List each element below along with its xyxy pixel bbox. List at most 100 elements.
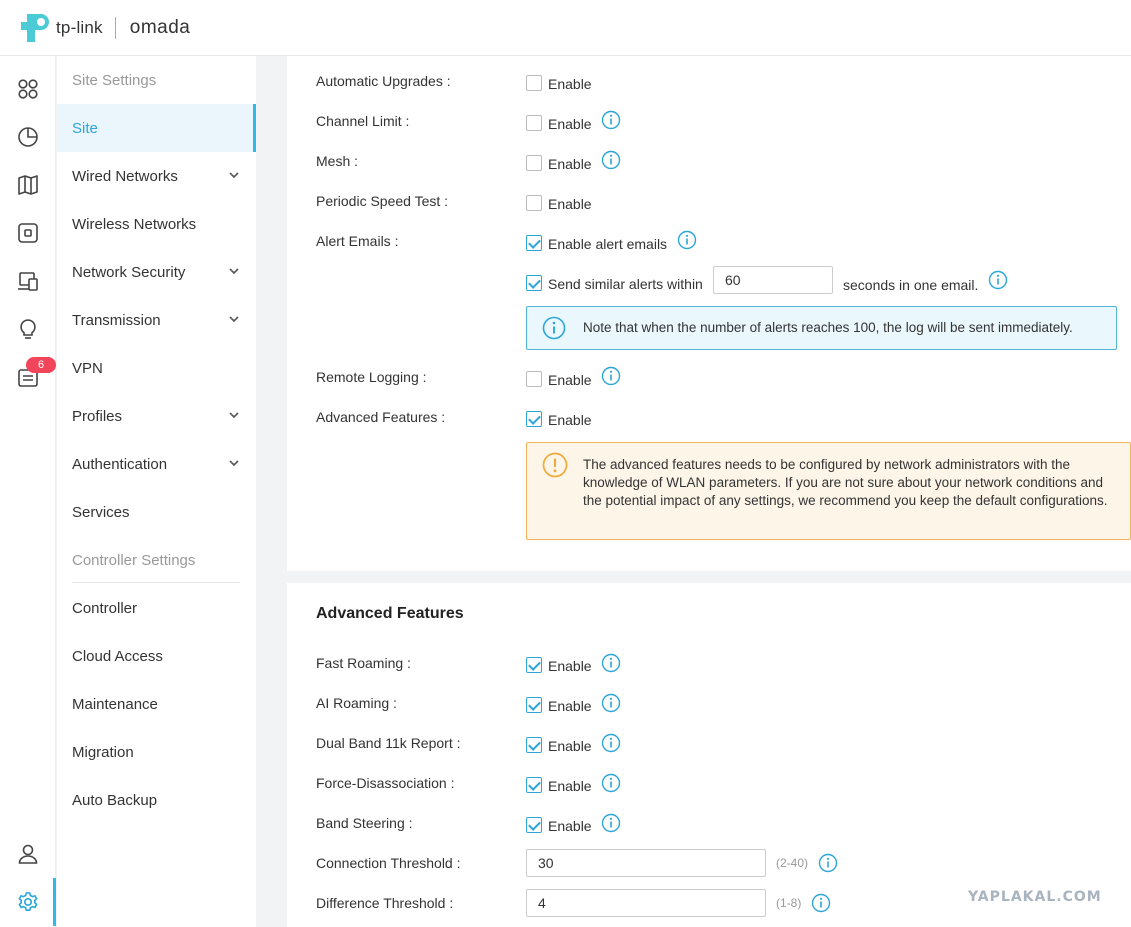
advanced-features-checkbox[interactable]: [526, 411, 542, 427]
remote-logging-checkbox[interactable]: [526, 371, 542, 387]
nav-item-profiles[interactable]: Profiles: [57, 392, 256, 440]
grid-icon: [18, 79, 38, 99]
similar-alerts-option: Send similar alerts within: [548, 276, 703, 292]
info-icon[interactable]: [601, 110, 621, 130]
dual-band-11k-option: Enable: [548, 738, 592, 754]
periodic-speed-test-option: Enable: [548, 196, 592, 212]
nav-item-cloud-access[interactable]: Cloud Access: [57, 632, 256, 680]
icon-rail: 6: [0, 56, 56, 927]
similar-alerts-checkbox[interactable]: [526, 275, 542, 291]
chevron-down-icon: [229, 268, 239, 275]
nav-item-wired-networks[interactable]: Wired Networks: [57, 152, 256, 200]
periodic-speed-test-checkbox[interactable]: [526, 195, 542, 211]
notification-badge: 6: [26, 357, 56, 373]
map-icon: [18, 175, 38, 195]
lightbulb-icon: [20, 319, 36, 339]
nav-item-label: Controller: [72, 599, 138, 617]
difference-threshold-input[interactable]: 4: [526, 889, 766, 917]
force-disassociation-checkbox[interactable]: [526, 777, 542, 793]
nav-section-controller-settings: Controller Settings: [72, 551, 196, 569]
info-icon[interactable]: [818, 853, 838, 873]
alert-emails-checkbox[interactable]: [526, 235, 542, 251]
nav-item-controller[interactable]: Controller: [57, 584, 256, 632]
info-icon[interactable]: [601, 813, 621, 833]
nav-item-transmission[interactable]: Transmission: [57, 296, 256, 344]
band-steering-checkbox[interactable]: [526, 817, 542, 833]
fast-roaming-checkbox[interactable]: [526, 657, 542, 673]
nav-item-authentication[interactable]: Authentication: [57, 440, 256, 488]
nav-item-label: Transmission: [72, 311, 161, 329]
alert-emails-option: Enable alert emails: [548, 236, 668, 252]
advanced-features-warning-text: The advanced features needs to be config…: [583, 457, 1108, 508]
nav-item-site[interactable]: Site: [57, 104, 256, 152]
rail-insights[interactable]: [0, 305, 56, 353]
nav-item-maintenance[interactable]: Maintenance: [57, 680, 256, 728]
nav-item-label: Wired Networks: [72, 167, 178, 185]
nav-item-label: Wireless Networks: [72, 215, 197, 233]
difference-threshold-label: Difference Threshold :: [316, 895, 454, 911]
nav-item-auto-backup[interactable]: Auto Backup: [57, 776, 256, 824]
nav-item-wireless-networks[interactable]: Wireless Networks: [57, 200, 256, 248]
advanced-features-panel: Advanced Features Fast Roaming : Enable …: [287, 583, 1131, 927]
channel-limit-label: Channel Limit :: [316, 113, 410, 129]
connection-threshold-input[interactable]: 30: [526, 849, 766, 877]
mesh-checkbox[interactable]: [526, 155, 542, 171]
nav-item-network-security[interactable]: Network Security: [57, 248, 256, 296]
dual-band-11k-label: Dual Band 11k Report :: [316, 735, 461, 751]
nav-item-vpn[interactable]: VPN: [57, 344, 256, 392]
remote-logging-option: Enable: [548, 372, 592, 388]
channel-limit-checkbox[interactable]: [526, 115, 542, 131]
band-steering-option: Enable: [548, 818, 592, 834]
rail-statistics[interactable]: [0, 113, 56, 161]
gear-icon: [18, 892, 38, 911]
nav-item-label: Site: [72, 119, 98, 137]
brand-logo-text: tp-link: [56, 17, 103, 37]
nav-item-migration[interactable]: Migration: [57, 728, 256, 776]
ai-roaming-checkbox[interactable]: [526, 697, 542, 713]
automatic-upgrades-label: Automatic Upgrades :: [316, 73, 451, 89]
rail-logs[interactable]: 6: [0, 353, 56, 401]
product-logo-text: omada: [129, 16, 191, 38]
rail-settings[interactable]: [0, 878, 56, 926]
band-steering-label: Band Steering :: [316, 815, 413, 831]
info-icon[interactable]: [601, 733, 621, 753]
top-header: tp-link omada: [0, 0, 1131, 56]
nav-item-label: Auto Backup: [72, 791, 158, 809]
info-icon[interactable]: [601, 773, 621, 793]
fast-roaming-label: Fast Roaming :: [316, 655, 411, 671]
info-icon[interactable]: [811, 893, 831, 913]
advanced-features-warning: The advanced features needs to be config…: [526, 442, 1131, 540]
info-icon[interactable]: [601, 366, 621, 386]
alert-limit-note-text: Note that when the number of alerts reac…: [583, 320, 1073, 335]
nav-item-services[interactable]: Services: [57, 488, 256, 536]
nav-divider: [72, 582, 240, 583]
advanced-features-title: Advanced Features: [316, 605, 464, 622]
info-icon[interactable]: [677, 230, 697, 250]
force-disassociation-option: Enable: [548, 778, 592, 794]
info-icon[interactable]: [601, 653, 621, 673]
info-icon: [542, 316, 566, 340]
tp-link-logo-icon: [18, 11, 52, 45]
rail-dashboard[interactable]: [0, 65, 56, 113]
chevron-down-icon: [229, 172, 239, 179]
info-icon[interactable]: [988, 270, 1008, 290]
rail-clients[interactable]: [0, 257, 56, 305]
force-disassociation-label: Force-Disassociation :: [316, 775, 455, 791]
automatic-upgrades-checkbox[interactable]: [526, 75, 542, 91]
chevron-down-icon: [229, 460, 239, 467]
dual-band-11k-checkbox[interactable]: [526, 737, 542, 753]
info-icon[interactable]: [601, 150, 621, 170]
chevron-down-icon: [229, 412, 239, 419]
rail-map[interactable]: [0, 161, 56, 209]
fast-roaming-option: Enable: [548, 658, 592, 674]
info-icon[interactable]: [601, 693, 621, 713]
similar-alerts-suffix: seconds in one email.: [843, 277, 979, 293]
difference-threshold-range: (1-8): [776, 896, 802, 910]
advanced-features-label: Advanced Features :: [316, 409, 446, 425]
rail-devices[interactable]: [0, 209, 56, 257]
remote-logging-label: Remote Logging :: [316, 369, 427, 385]
nav-item-label: Cloud Access: [72, 647, 163, 665]
similar-alerts-seconds-input[interactable]: 60: [713, 266, 833, 294]
connection-threshold-range: (2-40): [776, 856, 809, 870]
rail-account[interactable]: [0, 830, 56, 878]
